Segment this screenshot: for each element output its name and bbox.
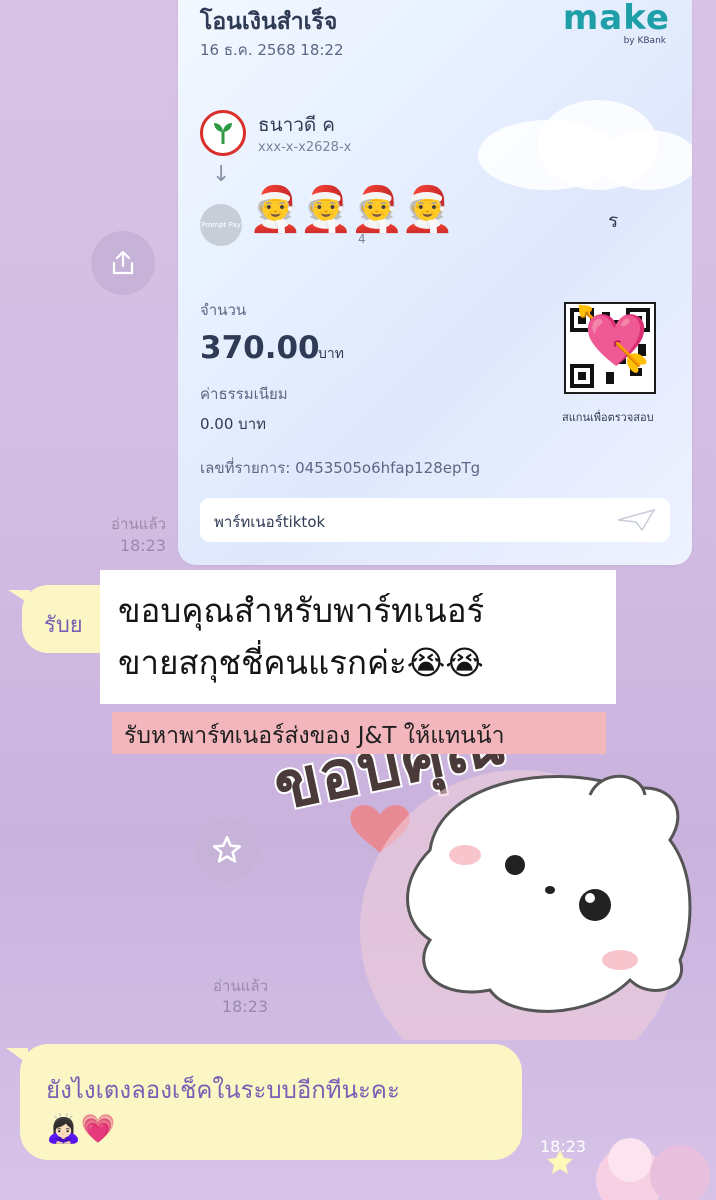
make-logo: make (562, 0, 670, 38)
transaction-reference: เลขที่รายการ: 0453505o6hfap128epTg (200, 459, 481, 477)
make-logo-sub: by KBank (623, 36, 666, 46)
twin-stars-decoration (547, 1138, 710, 1200)
sender-account: xxx-x-x2628-x (258, 140, 352, 155)
cloud-decoration (598, 130, 692, 190)
read-receipt-label: อ่านแล้ว (111, 515, 166, 533)
promptpay-logo-icon: Prompt Pay (200, 204, 242, 246)
memo-text: พาร์ทเนอร์tiktok (214, 513, 326, 531)
scan-to-verify-label: สแกนเพื่อตรวจสอบ (562, 411, 654, 424)
read-receipt-label: อ่านแล้ว (213, 977, 268, 995)
memo-box: พาร์ทเนอร์tiktok (200, 498, 670, 542)
kbank-logo-icon (200, 110, 246, 156)
fee-value: 0.00 บาท (200, 415, 266, 433)
message-text: ยังไงเตงลองเช็คในระบบอีกทีนะคะ (46, 1076, 400, 1104)
message-time: 18:23 (221, 997, 268, 1016)
amount-label: จำนวน (200, 301, 247, 319)
message-time: 18:23 (119, 536, 166, 555)
favorite-button[interactable] (195, 818, 259, 882)
fee-label: ค่าธรรมเนียม (200, 385, 288, 403)
heart-arrow-emoji-cover: 💘 (574, 302, 652, 375)
santa-emoji-cover: 🧑‍🎄🧑‍🎄🧑‍🎄🧑‍🎄 (248, 184, 455, 235)
amount-value: 370.00 (200, 330, 320, 366)
caption-sub-text: รับหาพาร์ทเนอร์ส่งของ J&T ให้แทนน้า (124, 723, 505, 749)
receipt-date: 16 ธ.ค. 2568 18:22 (200, 41, 344, 59)
receiver-name-suffix: ร (608, 210, 619, 232)
share-icon (112, 250, 134, 275)
message-text: รับย (44, 613, 83, 638)
star-icon (212, 835, 242, 863)
caption-line-1: ขอบคุณสำหรับพาร์ทเนอร์ (118, 591, 485, 630)
caption-line-2: ขายสกุชชี่คนแรกค่ะ😭😭 (118, 643, 484, 682)
message-emoji: 🙇🏻‍♀️💗 (46, 1112, 116, 1145)
arrow-down-icon: ↓ (212, 162, 231, 187)
transfer-receipt-image[interactable]: โอนเงินสำเร็จ 16 ธ.ค. 2568 18:22 make by… (178, 0, 692, 565)
share-button[interactable] (91, 231, 155, 295)
receipt-title: โอนเงินสำเร็จ (200, 9, 338, 35)
sender-name: ธนาวดี ค (258, 114, 336, 136)
amount-unit: บาท (318, 346, 344, 362)
paper-plane-icon (616, 508, 656, 538)
